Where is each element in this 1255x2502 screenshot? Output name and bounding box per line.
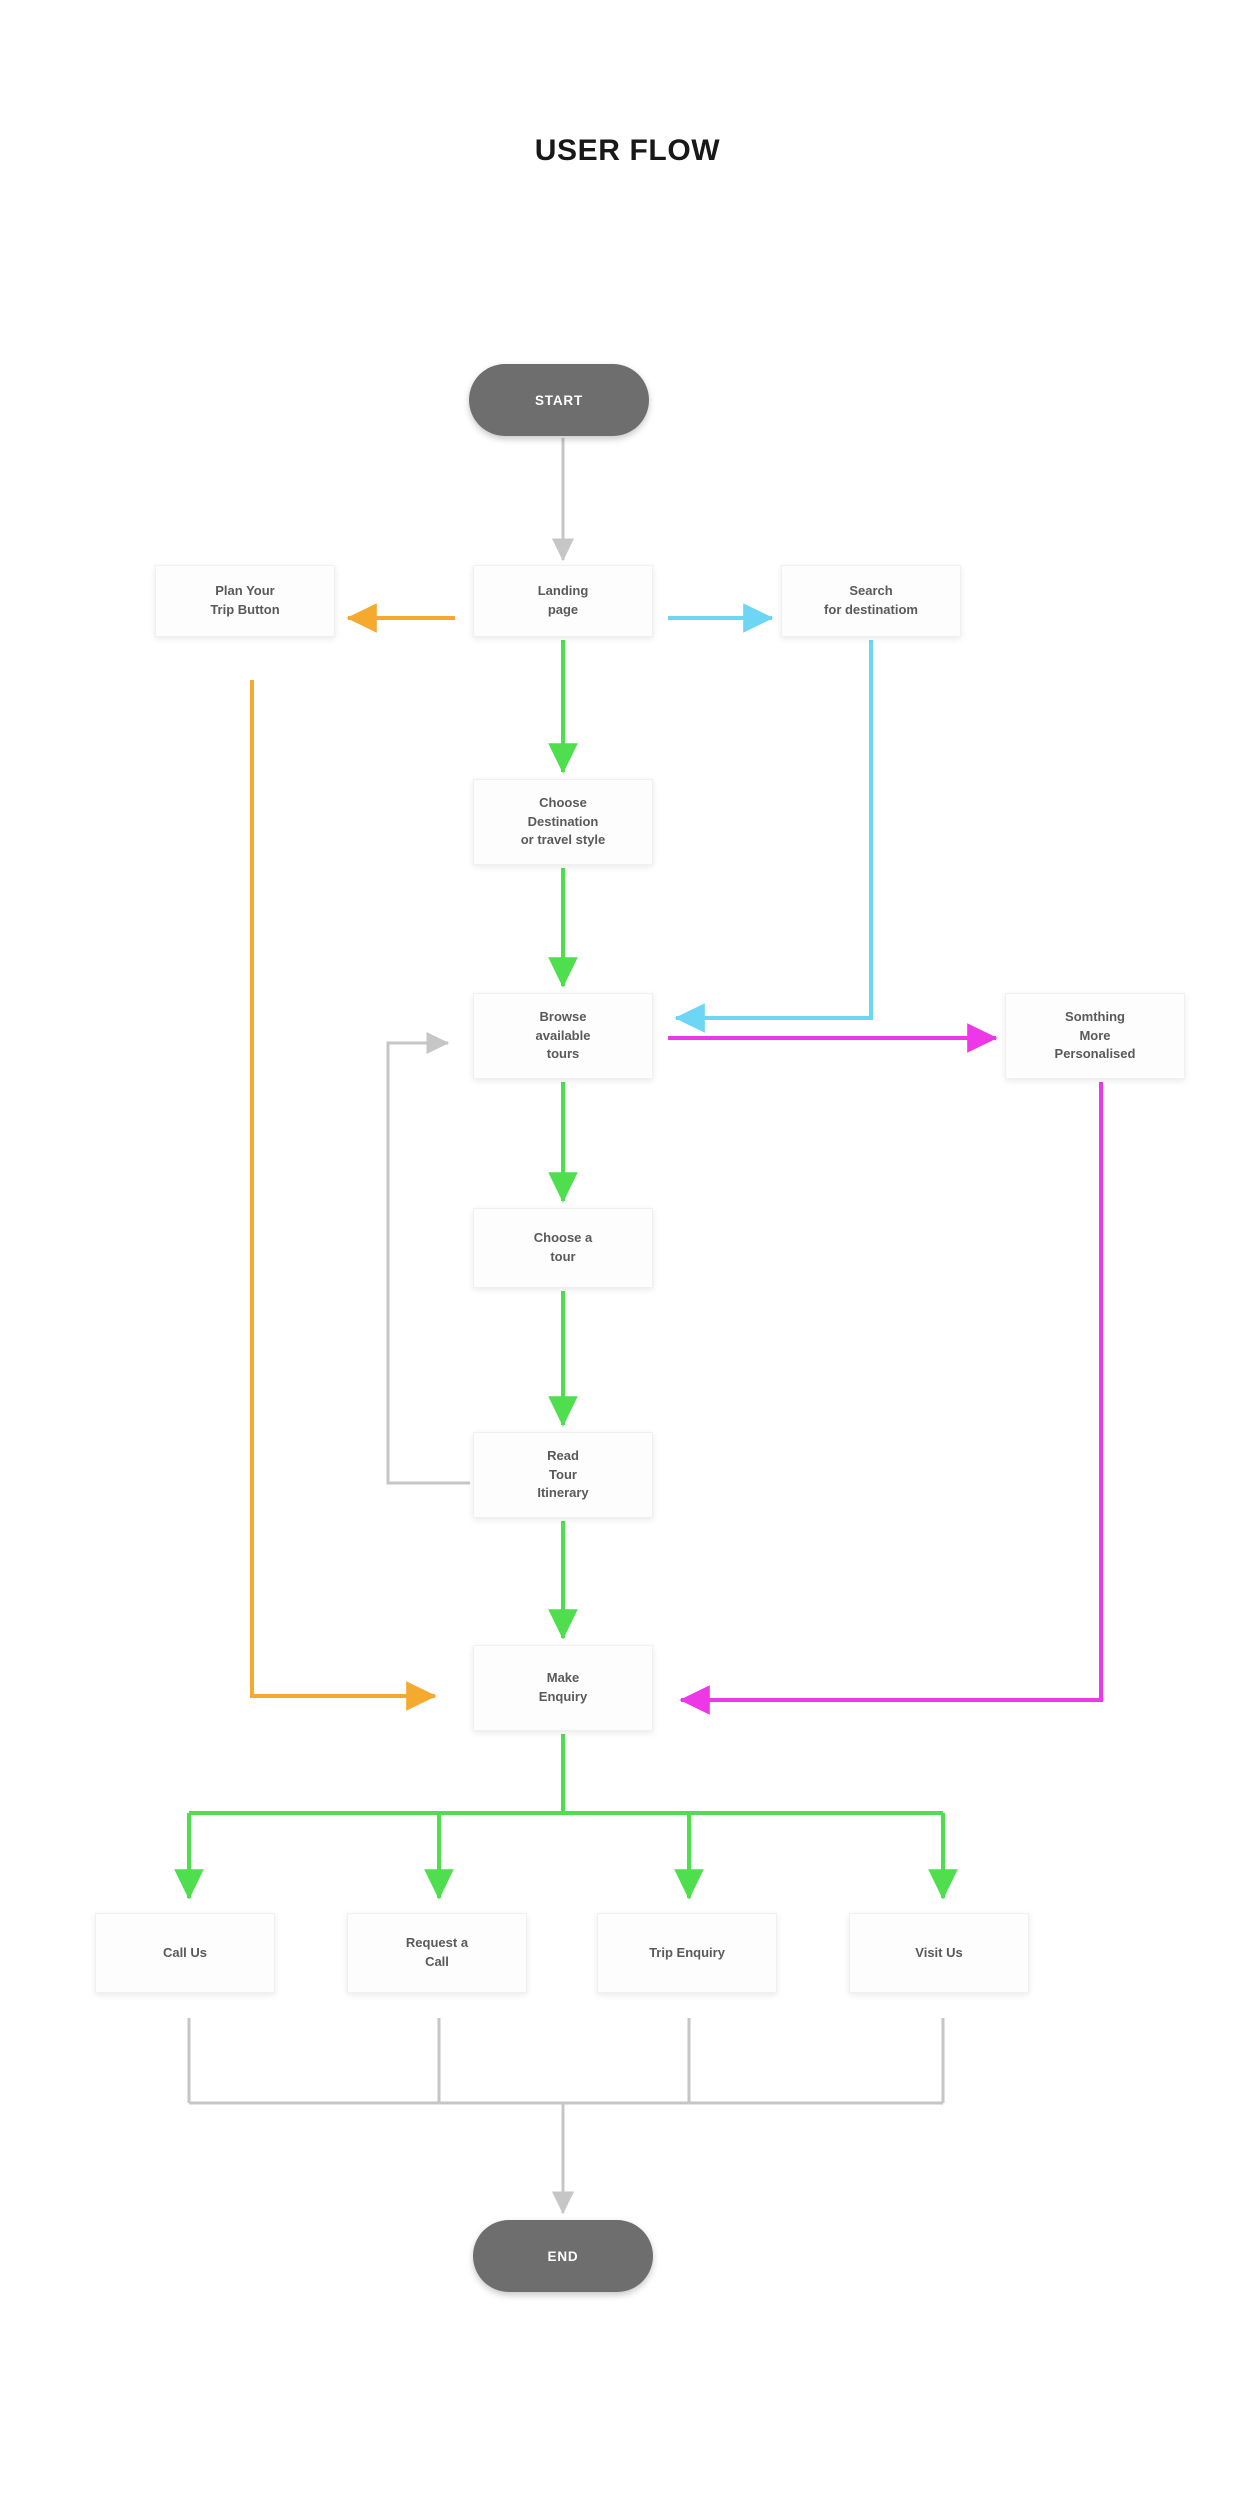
node-choose-tour[interactable]: Choose a tour (473, 1208, 653, 1288)
node-call-us-line1: Call Us (162, 1944, 208, 1960)
node-search-destination-line2: for destinatiom (824, 602, 918, 617)
node-make-enquiry[interactable]: Make Enquiry (473, 1645, 653, 1731)
node-read-itinerary-line2: Tour (549, 1466, 577, 1482)
node-plan-trip-button-line2: Trip Button (210, 602, 280, 617)
node-request-call-line2: Call (425, 1954, 449, 1969)
node-trip-enquiry-line1: Trip Enquiry (649, 1944, 725, 1960)
page-title: USER FLOW (534, 134, 721, 167)
node-browse-tours[interactable]: Browse available tours (473, 993, 653, 1079)
edge-search-to-browse (674, 640, 873, 1033)
node-start-label: START (535, 392, 583, 408)
node-request-call[interactable]: Request a Call (347, 1913, 527, 1993)
node-something-personalised[interactable]: Somthing More Personalised (1005, 993, 1185, 1079)
node-browse-tours-line3: tours (546, 1046, 580, 1062)
node-browse-tours-line2: available (535, 1027, 591, 1043)
node-call-us[interactable]: Call Us (95, 1913, 275, 1993)
node-end[interactable]: END (473, 2220, 653, 2292)
node-make-enquiry-line1: Make (546, 1670, 580, 1686)
node-start[interactable]: START (469, 364, 649, 436)
node-choose-destination-line2: Destination (527, 813, 599, 829)
node-trip-enquiry[interactable]: Trip Enquiry (597, 1913, 777, 1993)
node-something-personalised-line2: More (1079, 1027, 1111, 1043)
node-read-itinerary[interactable]: Read Tour Itinerary (473, 1432, 653, 1518)
node-landing-page-line1: Landing (537, 583, 589, 599)
node-make-enquiry-line2: Enquiry (538, 1689, 588, 1704)
node-something-personalised-line3: Personalised (1054, 1046, 1136, 1062)
node-search-destination[interactable]: Search for destinatiom (781, 565, 961, 637)
node-browse-tours-line1: Browse (539, 1008, 587, 1024)
user-flow-diagram: USER FLOW START Plan Your Trip Button La… (0, 0, 1255, 2502)
edge-plan-trip-to-make-enquiry (250, 680, 437, 1711)
node-plan-trip-button-line1: Plan Your (215, 583, 275, 599)
node-choose-tour-line2: tour (550, 1249, 576, 1264)
node-plan-trip-button[interactable]: Plan Your Trip Button (155, 565, 335, 637)
edge-personalised-to-make-enquiry (679, 1082, 1103, 1715)
node-request-call-line1: Request a (405, 1935, 469, 1951)
node-read-itinerary-line3: Itinerary (537, 1485, 589, 1501)
node-visit-us-line1: Visit Us (915, 1944, 963, 1960)
node-end-label: END (547, 2248, 579, 2264)
node-something-personalised-line1: Somthing (1065, 1008, 1125, 1024)
node-choose-destination-line3: or travel style (520, 832, 606, 848)
node-landing-page-line2: page (547, 602, 579, 617)
node-choose-destination-line1: Choose (539, 794, 587, 810)
node-choose-destination[interactable]: Choose Destination or travel style (473, 779, 653, 865)
node-choose-tour-line1: Choose a (533, 1230, 593, 1246)
node-landing-page[interactable]: Landing page (473, 565, 653, 637)
node-search-destination-line1: Search (849, 583, 893, 599)
node-read-itinerary-line1: Read (547, 1447, 579, 1463)
node-visit-us[interactable]: Visit Us (849, 1913, 1029, 1993)
edge-itinerary-loop-to-browse (386, 1031, 470, 1485)
